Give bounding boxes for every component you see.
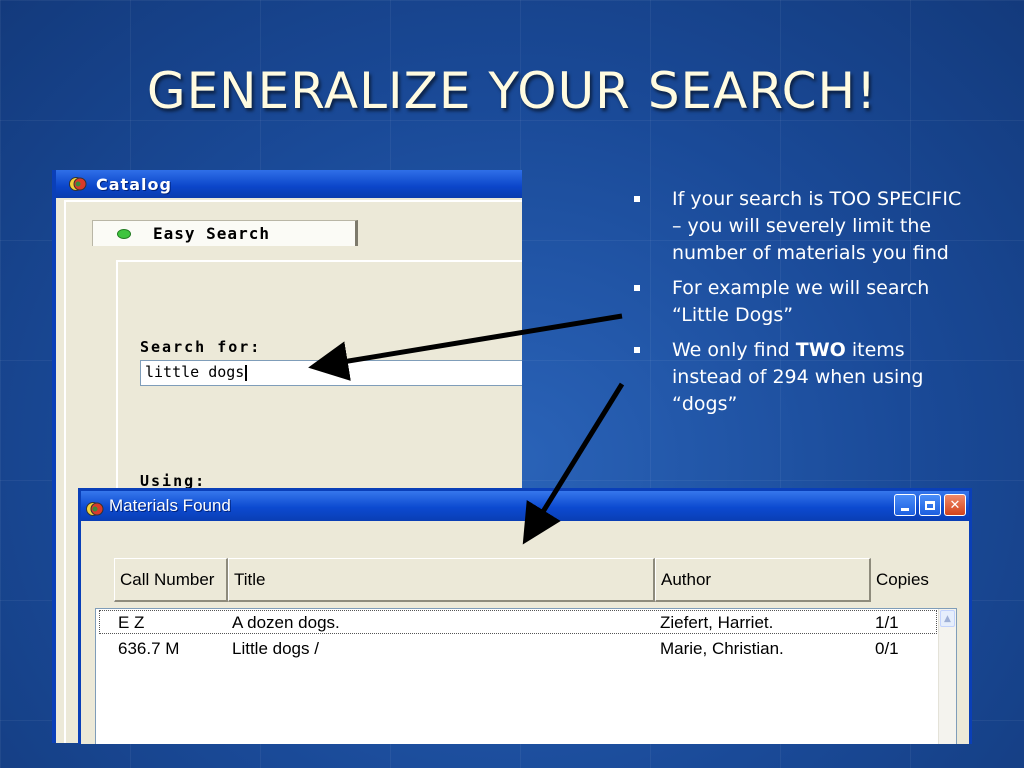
tab-label: Easy Search xyxy=(153,224,270,243)
cell-call-number: E Z xyxy=(118,613,145,632)
maximize-button[interactable] xyxy=(919,494,941,516)
bullet-item: For example we will search “Little Dogs” xyxy=(632,275,972,329)
column-header-call-number[interactable]: Call Number xyxy=(114,558,228,602)
cell-author: Ziefert, Harriet. xyxy=(660,613,774,632)
column-header-title[interactable]: Title xyxy=(228,558,655,602)
bullet-text-emphasis: TWO xyxy=(795,339,846,361)
cell-title: Little dogs / xyxy=(232,639,319,658)
results-list: E Z A dozen dogs. Ziefert, Harriet. 1/1 … xyxy=(95,608,957,744)
search-input[interactable]: little dogs xyxy=(140,360,522,386)
bullet-item: We only find TWO items instead of 294 wh… xyxy=(632,337,972,418)
materials-app-icon xyxy=(85,498,105,516)
cell-copies: 0/1 xyxy=(875,639,899,658)
slide-title: GENERALIZE YOUR SEARCH! xyxy=(146,62,878,120)
bullet-list: If your search is TOO SPECIFIC – you wil… xyxy=(632,186,972,426)
search-input-value: little dogs xyxy=(145,363,245,381)
bullet-marker-icon xyxy=(634,285,640,291)
bullet-marker-icon xyxy=(634,347,640,353)
column-header-author[interactable]: Author xyxy=(655,558,871,602)
status-light-icon xyxy=(117,228,131,239)
table-row[interactable]: E Z A dozen dogs. Ziefert, Harriet. 1/1 xyxy=(99,610,937,634)
maximize-icon xyxy=(925,500,935,510)
search-for-label: Search for: xyxy=(140,338,262,356)
vertical-scrollbar[interactable]: ▲ xyxy=(938,609,956,744)
cell-author: Marie, Christian. xyxy=(660,639,784,658)
scroll-up-icon[interactable]: ▲ xyxy=(940,610,955,627)
materials-titlebar[interactable]: Materials Found ✕ xyxy=(81,491,969,521)
bullet-text: If your search is TOO SPECIFIC – you wil… xyxy=(672,188,962,264)
bullet-marker-icon xyxy=(634,196,640,202)
catalog-app-icon xyxy=(68,176,88,192)
catalog-titlebar[interactable]: Catalog xyxy=(56,170,522,198)
bullet-text-pre: We only find xyxy=(672,339,796,361)
close-button[interactable]: ✕ xyxy=(944,494,966,516)
cell-copies: 1/1 xyxy=(875,613,899,632)
text-caret xyxy=(245,364,248,381)
cell-title: A dozen dogs. xyxy=(232,613,340,632)
column-header-copies[interactable]: Copies xyxy=(871,558,951,602)
tab-easy-search[interactable]: Easy Search xyxy=(92,220,358,246)
window-controls: ✕ xyxy=(894,494,966,516)
cell-call-number: 636.7 M xyxy=(118,639,180,658)
close-icon: ✕ xyxy=(949,497,961,513)
catalog-window-title: Catalog xyxy=(96,174,172,194)
materials-window-title: Materials Found xyxy=(109,496,231,515)
column-headers: Call Number Title Author Copies xyxy=(114,558,951,602)
table-row[interactable]: 636.7 M Little dogs / Marie, Christian. … xyxy=(99,636,937,660)
bullet-text: For example we will search “Little Dogs” xyxy=(672,277,930,326)
materials-found-window: Materials Found ✕ Call Number Title Auth… xyxy=(78,488,972,744)
minimize-button[interactable] xyxy=(894,494,916,516)
bullet-item: If your search is TOO SPECIFIC – you wil… xyxy=(632,186,972,267)
minimize-icon xyxy=(901,507,909,511)
